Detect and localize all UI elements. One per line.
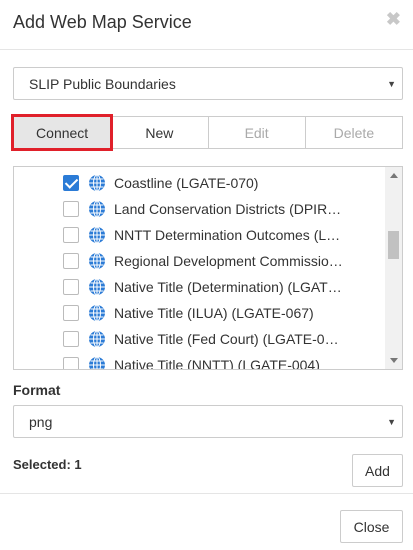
close-icon[interactable]: ✖ [386,9,401,30]
globe-icon [88,200,106,218]
layer-label: Native Title (Fed Court) (LGATE-0… [114,331,339,347]
layer-checkbox[interactable] [63,305,79,321]
connect-button[interactable]: Connect [10,114,114,151]
close-button[interactable]: Close [340,510,403,543]
layer-list-item[interactable]: NNTT Determination Outcomes (L… [14,222,386,248]
format-label: Format [13,382,61,398]
layer-label: Land Conservation Districts (DPIR… [114,201,342,217]
globe-icon [88,278,106,296]
layer-list-scrollbar[interactable] [385,167,402,369]
globe-icon [88,330,106,348]
format-select-value: png [29,414,53,430]
layer-checkbox[interactable] [63,331,79,347]
scroll-up-icon[interactable] [390,173,398,178]
layer-list-item[interactable]: Native Title (Determination) (LGAT… [14,274,386,300]
layer-label: NNTT Determination Outcomes (L… [114,227,341,243]
chevron-down-icon: ▼ [387,79,396,89]
footer-divider [0,493,413,494]
layer-checkbox[interactable] [63,201,79,217]
layer-label: Native Title (Determination) (LGAT… [114,279,342,295]
delete-button[interactable]: Delete [304,116,403,149]
layer-checkbox[interactable] [63,253,79,269]
layer-label: Native Title (ILUA) (LGATE-067) [114,305,314,321]
service-toolbar: Connect New Edit Delete [10,114,403,151]
globe-icon [88,356,106,369]
layer-list-item[interactable]: Regional Development Commissio… [14,248,386,274]
layer-list-item[interactable]: Native Title (Fed Court) (LGATE-0… [14,326,386,352]
scroll-thumb[interactable] [388,231,399,259]
scroll-down-icon[interactable] [390,358,398,363]
globe-icon [88,174,106,192]
globe-icon [88,226,106,244]
layer-list-item[interactable]: Native Title (NNTT) (LGATE-004) [14,352,386,370]
layer-list-item[interactable]: Coastline (LGATE-070) [14,170,386,196]
edit-button[interactable]: Edit [207,116,306,149]
layer-list-item[interactable]: Land Conservation Districts (DPIR… [14,196,386,222]
selected-count: Selected: 1 [13,457,82,472]
add-button[interactable]: Add [352,454,403,487]
layer-checkbox[interactable] [63,227,79,243]
layer-checkbox[interactable] [63,357,79,369]
dialog-header: Add Web Map Service ✖ [0,0,413,50]
new-button[interactable]: New [110,116,209,149]
layer-label: Coastline (LGATE-070) [114,175,259,191]
dialog-title: Add Web Map Service [13,12,192,32]
layer-list[interactable]: Native Title (NNTT) (LGATE-004) Native Ti… [13,166,403,370]
globe-icon [88,252,106,270]
layer-label: Regional Development Commissio… [114,253,343,269]
layer-checkbox[interactable] [63,279,79,295]
globe-icon [88,304,106,322]
chevron-down-icon: ▼ [387,417,396,427]
layer-label: Native Title (NNTT) (LGATE-004) [114,357,320,370]
layer-checkbox[interactable] [63,175,79,191]
service-select[interactable]: SLIP Public Boundaries ▼ [13,67,403,100]
format-select[interactable]: png ▼ [13,405,403,438]
service-select-value: SLIP Public Boundaries [29,76,176,92]
layer-list-item[interactable]: Native Title (ILUA) (LGATE-067) [14,300,386,326]
